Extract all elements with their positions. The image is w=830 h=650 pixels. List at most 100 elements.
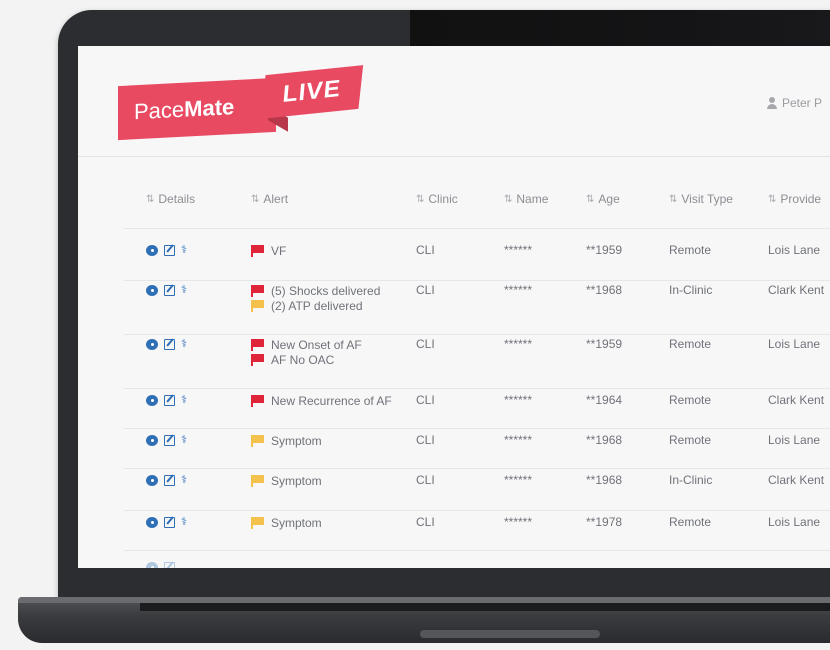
chat-icon[interactable]	[146, 285, 158, 296]
row-actions	[146, 562, 175, 568]
column-header-label: Provide	[780, 192, 822, 206]
column-header-label: Alert	[263, 192, 289, 206]
alert-text: Symptom	[271, 473, 322, 488]
person-icon[interactable]: ⚕	[181, 245, 187, 256]
alert-text: (5) Shocks delivered	[271, 283, 381, 298]
alert-cell[interactable]: New Onset of AF AF No OAC	[251, 337, 362, 367]
red-flag-icon	[251, 284, 265, 297]
provider-cell: Lois Lane	[768, 515, 821, 529]
sort-icon: ⇅	[504, 193, 512, 205]
name-cell: ******	[504, 243, 533, 257]
yellow-flag-icon	[251, 516, 265, 529]
red-flag-icon	[251, 394, 265, 407]
logo-wordmark: Pace Mate	[118, 77, 276, 141]
column-header-label: Details	[158, 192, 196, 206]
age-cell: **1959	[586, 243, 623, 257]
alert-cell[interactable]: Symptom	[251, 433, 322, 448]
red-flag-icon	[251, 353, 265, 366]
edit-icon[interactable]	[164, 285, 175, 296]
column-header-label: Visit Type	[681, 192, 733, 206]
age-cell: **1978	[586, 515, 623, 529]
column-header-label: Clinic	[428, 192, 458, 206]
alert-item: VF	[251, 243, 286, 258]
alert-item: New Onset of AF	[251, 337, 362, 352]
user-name: Peter P	[782, 96, 823, 110]
sort-icon: ⇅	[416, 193, 424, 205]
provider-cell: Lois Lane	[768, 433, 821, 447]
row-actions: ⚕	[146, 517, 187, 528]
row-divider	[124, 334, 830, 335]
row-divider	[124, 428, 830, 429]
column-header-label: Age	[598, 192, 620, 206]
age-cell: **1964	[586, 393, 623, 407]
alert-cell[interactable]: Symptom	[251, 515, 322, 530]
column-header-alert[interactable]: ⇅ Alert	[251, 192, 288, 206]
alert-text: Symptom	[271, 433, 322, 448]
person-icon[interactable]: ⚕	[181, 339, 187, 350]
alert-text: (2) ATP delivered	[271, 298, 363, 313]
clinic-cell: CLI	[416, 243, 435, 257]
visit-type-cell: Remote	[669, 337, 712, 351]
alert-cell[interactable]: (5) Shocks delivered (2) ATP delivered	[251, 283, 380, 313]
age-cell: **1959	[586, 337, 623, 351]
alert-item: AF No OAC	[251, 352, 362, 367]
alert-cell[interactable]: Symptom	[251, 473, 322, 488]
edit-icon[interactable]	[164, 245, 175, 256]
chat-icon[interactable]	[146, 245, 158, 256]
table-row-partial	[78, 562, 830, 568]
name-cell: ******	[504, 515, 533, 529]
age-cell: **1968	[586, 283, 623, 297]
logo-text-live: LIVE	[281, 75, 343, 108]
column-header-provider[interactable]: ⇅ Provide	[768, 192, 821, 206]
alert-cell[interactable]: VF	[251, 243, 286, 258]
edit-icon[interactable]	[164, 475, 175, 486]
person-icon[interactable]: ⚕	[181, 517, 187, 528]
pacemate-live-logo[interactable]: Pace Mate LIVE	[118, 65, 368, 141]
clinic-cell: CLI	[416, 393, 435, 407]
provider-cell: Clark Kent	[768, 473, 825, 487]
row-actions: ⚕	[146, 475, 187, 486]
column-header-age[interactable]: ⇅ Age	[586, 192, 620, 206]
alert-item: Symptom	[251, 515, 322, 530]
user-icon	[766, 97, 778, 109]
chat-icon[interactable]	[146, 339, 158, 350]
header-divider	[78, 156, 830, 157]
person-icon[interactable]: ⚕	[181, 475, 187, 486]
column-header-name[interactable]: ⇅ Name	[504, 192, 548, 206]
person-icon[interactable]: ⚕	[181, 285, 187, 296]
column-header-clinic[interactable]: ⇅ Clinic	[416, 192, 458, 206]
chat-icon[interactable]	[146, 562, 158, 568]
row-actions: ⚕	[146, 245, 187, 256]
alert-cell[interactable]: New Recurrence of AF	[251, 393, 392, 408]
person-icon[interactable]: ⚕	[181, 435, 187, 446]
chat-icon[interactable]	[146, 517, 158, 528]
edit-icon[interactable]	[164, 339, 175, 350]
provider-cell: Lois Lane	[768, 243, 821, 257]
table-header-divider	[124, 228, 830, 229]
edit-icon[interactable]	[164, 517, 175, 528]
name-cell: ******	[504, 337, 533, 351]
column-header-details[interactable]: ⇅ Details	[146, 192, 195, 206]
clinic-cell: CLI	[416, 473, 435, 487]
row-divider	[124, 388, 830, 389]
chat-icon[interactable]	[146, 475, 158, 486]
row-divider	[124, 550, 830, 551]
chat-icon[interactable]	[146, 395, 158, 406]
visit-type-cell: Remote	[669, 515, 712, 529]
user-menu[interactable]: Peter P	[766, 96, 822, 110]
person-icon[interactable]: ⚕	[181, 395, 187, 406]
visit-type-cell: In-Clinic	[669, 283, 713, 297]
chat-icon[interactable]	[146, 435, 158, 446]
provider-cell: Lois Lane	[768, 337, 821, 351]
edit-icon[interactable]	[164, 395, 175, 406]
edit-icon[interactable]	[164, 562, 175, 568]
row-divider	[124, 468, 830, 469]
name-cell: ******	[504, 433, 533, 447]
yellow-flag-icon	[251, 474, 265, 487]
logo-text-mate: Mate	[184, 94, 235, 122]
app-screen: Pace Mate LIVE Peter P ⇅ Details ⇅ Alert ⇅ Cli…	[78, 46, 830, 568]
column-header-visit-type[interactable]: ⇅ Visit Type	[669, 192, 733, 206]
age-cell: **1968	[586, 473, 623, 487]
logo-text-pace: Pace	[134, 96, 185, 125]
edit-icon[interactable]	[164, 435, 175, 446]
